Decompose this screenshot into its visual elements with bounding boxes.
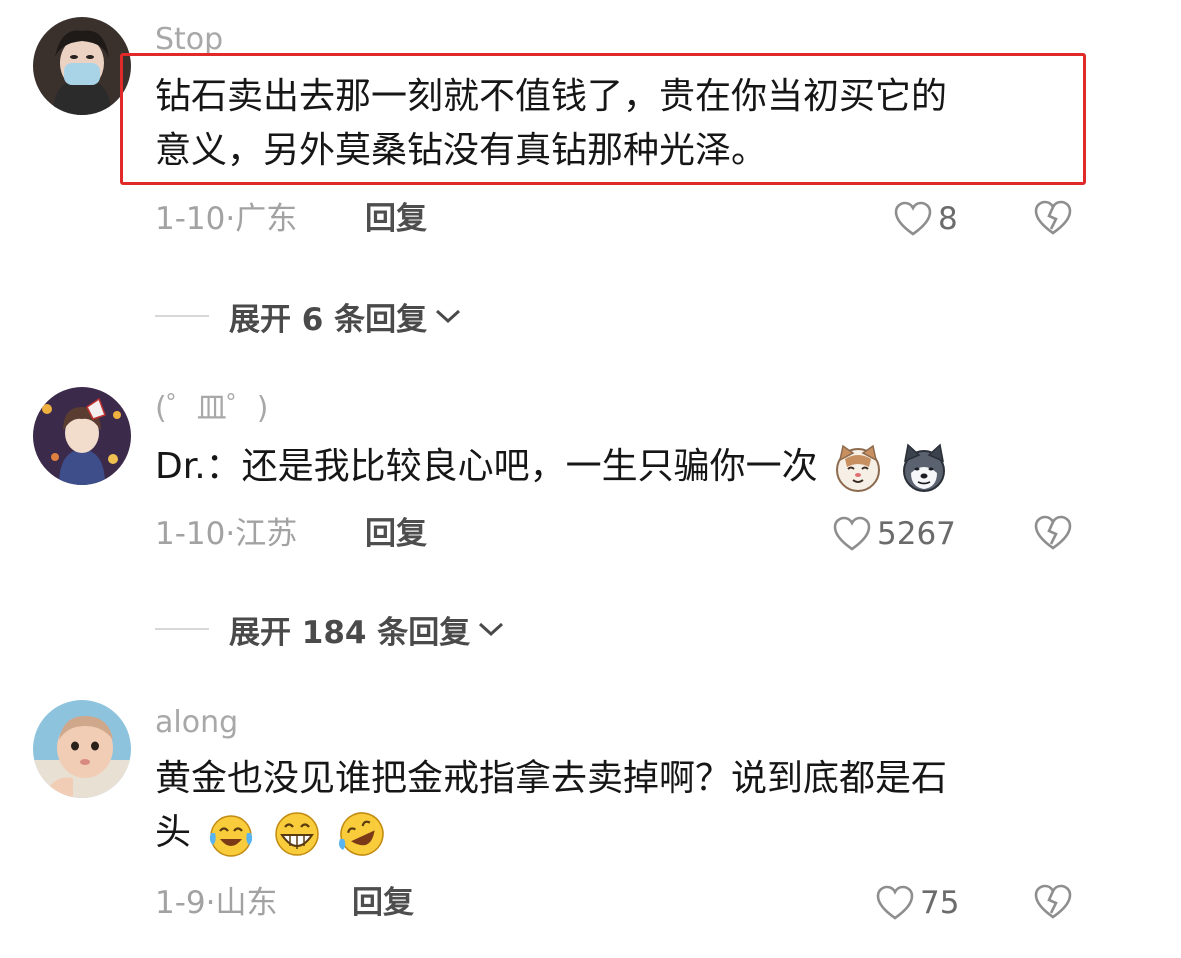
expand-replies-label: 展开 6 条回复	[229, 301, 428, 338]
husky-dog-emoji	[902, 443, 945, 492]
crying-laughing-emoji	[210, 815, 253, 857]
comment-text-line-2: 头	[155, 806, 947, 860]
meta-separator: ·	[205, 885, 216, 921]
comment-date: 1-10	[155, 201, 226, 237]
highlight-box	[120, 53, 1086, 185]
avatar-image	[33, 17, 131, 115]
comment-text: 黄金也没见谁把金戒指拿去卖掉啊？说到底都是石 头	[155, 752, 947, 860]
chevron-down-icon	[436, 309, 461, 324]
reply-button[interactable]: 回复	[352, 883, 414, 923]
avatar-image	[33, 700, 131, 798]
username[interactable]: along	[155, 705, 238, 741]
heart-icon	[876, 885, 914, 920]
rolling-laughing-emoji	[339, 812, 385, 856]
avatar[interactable]	[33, 17, 131, 115]
comment-location: 广东	[235, 201, 298, 237]
comment-meta: 1-9·山东	[155, 883, 278, 923]
expand-replies[interactable]: 展开 184 条回复	[155, 609, 506, 651]
comment-text: Dr.：还是我比较良心吧，一生只骗你一次	[155, 440, 949, 494]
expand-divider	[155, 315, 209, 317]
like-button[interactable]: 8	[894, 199, 958, 239]
comment-location: 山东	[215, 885, 278, 921]
comment-meta: 1-10·广东	[155, 199, 297, 239]
broken-heart-icon	[1034, 200, 1072, 235]
cat-face-emoji	[836, 444, 881, 492]
comment-text-line: 头	[155, 812, 192, 853]
comment-meta: 1-10·江苏	[155, 514, 297, 554]
like-count: 8	[938, 201, 958, 237]
like-button[interactable]: 75	[876, 883, 959, 923]
reply-button[interactable]: 回复	[365, 199, 427, 239]
username[interactable]: (゜皿゜)	[155, 391, 268, 427]
avatar[interactable]	[33, 700, 131, 798]
comment-text-line: 黄金也没见谁把金戒指拿去卖掉啊？说到底都是石	[155, 758, 948, 799]
comment-text-line: Dr.：还是我比较良心吧，一生只骗你一次	[155, 446, 818, 487]
chevron-down-icon	[479, 622, 504, 637]
dislike-button[interactable]	[1034, 514, 1072, 554]
heart-icon	[833, 516, 871, 551]
comment-location: 江苏	[235, 516, 298, 552]
reply-button[interactable]: 回复	[365, 514, 427, 554]
heart-icon	[894, 201, 932, 236]
broken-heart-icon	[1034, 884, 1072, 919]
avatar-image	[33, 387, 131, 485]
meta-separator: ·	[225, 201, 236, 237]
expand-replies-label: 展开 184 条回复	[229, 614, 471, 651]
like-button[interactable]: 5267	[833, 514, 956, 554]
dislike-button[interactable]	[1034, 883, 1072, 923]
dislike-button[interactable]	[1034, 199, 1072, 239]
meta-separator: ·	[225, 516, 236, 552]
comment-date: 1-10	[155, 516, 226, 552]
broken-heart-icon	[1034, 515, 1072, 550]
expand-replies[interactable]: 展开 6 条回复	[155, 296, 463, 338]
expand-divider	[155, 628, 209, 630]
like-count: 5267	[877, 516, 956, 552]
comment-date: 1-9	[155, 885, 206, 921]
avatar[interactable]	[33, 387, 131, 485]
grinning-teeth-emoji	[275, 812, 319, 856]
like-count: 75	[920, 885, 960, 921]
